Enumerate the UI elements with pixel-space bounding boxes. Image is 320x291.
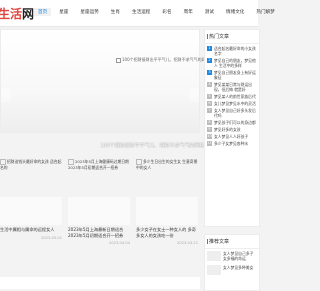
rank-number: 8 <box>207 120 212 125</box>
site-logo[interactable]: 生活网 <box>0 5 34 22</box>
rank-item[interactable]: 9 梦见好多的女孩 <box>205 125 259 132</box>
image-slider[interactable]: 100个招财接财出平平气儿、招财不求气气的网络名 ‹ › <box>0 29 214 133</box>
card-thumbnail[interactable] <box>0 197 62 225</box>
rank-item[interactable]: 7 女人梦见自己好多头发后代吗 <box>205 106 259 118</box>
rank-number: 3 <box>207 70 212 75</box>
more-list <box>0 277 200 289</box>
broken-image-icon <box>116 57 121 63</box>
rank-number: 5 <box>207 94 212 99</box>
logo-text-red: 生活 <box>0 7 23 21</box>
rank-number: 7 <box>207 108 212 113</box>
card-date: 2023-05-01 <box>41 235 62 240</box>
slider-caption[interactable]: 100个招财接财平平气儿、招财不求气气的网络名 <box>100 142 210 149</box>
card-meta: 2023-04-04 <box>68 241 130 245</box>
rank-item[interactable]: 8 梦见孩子们可以的身边都 <box>205 118 259 125</box>
rank-item[interactable]: 4 梦见某某日常与财运出现，但后悔 就是好 <box>205 80 259 92</box>
nav-item-5[interactable]: 彩名 <box>158 8 175 16</box>
card-thumbnail[interactable] <box>68 197 130 225</box>
nav-item-8[interactable]: 情绪文化 <box>222 8 248 16</box>
slider-next-button[interactable]: › <box>189 88 199 102</box>
nav-item-4[interactable]: 生活运程 <box>128 8 154 16</box>
pick-item[interactable]: 招财送钱头最好命的女孩 适合起名的 <box>0 159 62 170</box>
article-card[interactable]: 生活中属相与属命的运程女人 2023-05-01 <box>0 197 62 240</box>
rank-item[interactable]: 10 女人梦见人人好孩子 <box>205 132 259 139</box>
card-date: 2023-04-04 <box>109 241 130 245</box>
site-header: 生活网 首页 星座 星座运势 生肖 生活运程 彩名 周年 测试 情绪文化 热门解… <box>0 0 275 27</box>
nav-item-2[interactable]: 星座运势 <box>76 8 102 16</box>
rank-item[interactable]: 6 女儿梦见梦见水中的灵活 <box>205 99 259 106</box>
nav-item-6[interactable]: 周年 <box>180 8 197 16</box>
rank-number: 10 <box>207 134 212 139</box>
title-bar-icon <box>207 239 208 244</box>
rank-number: 1 <box>207 46 212 51</box>
pick-item[interactable]: 多少生日出生的女生女 生意奇景中的女人 <box>136 159 198 170</box>
main-nav: 首页 星座 星座运势 生肖 生活运程 彩名 周年 测试 情绪文化 热门解梦 <box>34 8 283 16</box>
article-card[interactable]: 多少女子在女士一种女人的 多奇多女人的女孩吃一份 2023-03-21 <box>136 197 198 245</box>
card-meta: 2023-03-21 <box>136 241 198 245</box>
slider-image[interactable] <box>1 30 199 132</box>
rank-number: 6 <box>207 101 212 106</box>
rank-item[interactable]: 2 梦见自己的朋友，梦见他人 生活中的多样 <box>205 56 259 68</box>
nav-item-1[interactable]: 星座 <box>55 8 72 16</box>
rank-number: 11 <box>207 141 212 146</box>
panel-title: 推荐文章 <box>205 235 259 249</box>
rank-number: 4 <box>207 82 212 87</box>
logo-text-dark: 网 <box>22 7 35 21</box>
nav-item-home[interactable]: 首页 <box>34 8 52 16</box>
nav-item-7[interactable]: 测试 <box>201 8 218 16</box>
nav-item-9[interactable]: 热门解梦 <box>252 8 278 16</box>
featured-picks: 招财送钱头最好命的女孩 适合起名的 2023年5月上海健康码过期日期 2023年… <box>0 157 200 179</box>
card-thumbnail[interactable] <box>136 197 198 225</box>
card-title[interactable]: 多少女子在女士一种女人的 多奇多女人的女孩吃一份 <box>136 227 198 238</box>
rank-number: 2 <box>207 58 212 63</box>
card-title[interactable]: 生活中属相与属命的运程女人 <box>0 227 62 233</box>
pick-item[interactable]: 2023年5月上海健康码过期日期 2023年5月初期适合开一招券 <box>68 159 130 170</box>
rank-item[interactable]: 11 多少子女梦见各种水 <box>205 139 259 146</box>
title-bar-icon <box>207 34 208 39</box>
rank-item[interactable]: 5 梦见某人的前世家族后代 <box>205 92 259 99</box>
rec-thumbnail[interactable] <box>207 265 221 275</box>
card-title[interactable]: 2023年5月上海最新日期适合 2023年5月初期适合开一招券 <box>68 227 130 238</box>
recommended-panel: 推荐文章 女人梦见自己多子女多福的命运 女人梦见多种美女 <box>204 234 260 291</box>
article-card[interactable]: 2023年5月上海最新日期适合 2023年5月初期适合开一招券 2023-04-… <box>68 197 130 245</box>
rank-item[interactable]: 1 适合起名最好命的小女孩名字 <box>205 44 259 56</box>
rank-number: 9 <box>207 127 212 132</box>
rank-item[interactable]: 3 梦见自己朋友身上有好运象征 <box>205 68 259 80</box>
slider-prev-button[interactable]: ‹ <box>1 88 11 102</box>
recommended-item[interactable]: 女人梦见自己多子女多福的命运 <box>205 249 259 263</box>
slider-image-alt: 100个招财接财出平平气儿、招财不求气气的网络名 <box>116 57 214 63</box>
panel-title: 热门文章 <box>205 30 259 44</box>
hot-articles-panel: 热门文章 1 适合起名最好命的小女孩名字 2 梦见自己的朋友，梦见他人 生活中的多样… <box>204 29 260 227</box>
card-date: 2023-03-21 <box>177 241 198 245</box>
card-meta: 2023-05-01 <box>0 236 62 240</box>
recommended-item[interactable]: 女人梦见多种美女 <box>205 263 259 277</box>
nav-item-3[interactable]: 生肖 <box>107 8 124 16</box>
